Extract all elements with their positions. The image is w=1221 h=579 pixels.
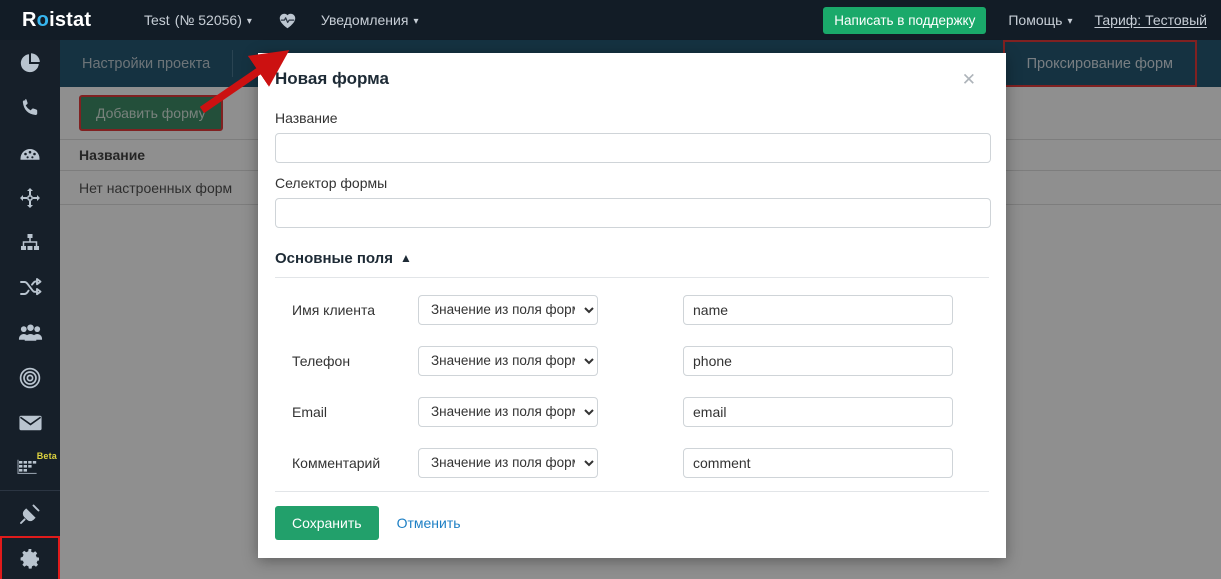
chevron-down-icon: ▾ bbox=[1067, 15, 1073, 27]
form-selector-input[interactable] bbox=[275, 198, 991, 228]
sidebar-item-mail[interactable] bbox=[0, 400, 60, 445]
pie-chart-icon bbox=[18, 51, 42, 75]
help-menu[interactable]: Помощь ▾ bbox=[1008, 12, 1072, 28]
sitemap-icon bbox=[18, 231, 42, 255]
envelope-icon bbox=[18, 413, 43, 433]
save-button[interactable]: Сохранить bbox=[275, 506, 379, 540]
form-name-input[interactable] bbox=[275, 133, 991, 163]
left-sidebar: Beta bbox=[0, 40, 60, 579]
contact-support-button[interactable]: Написать в поддержку bbox=[823, 6, 987, 34]
tariff-link[interactable]: Тариф: Тестовый bbox=[1094, 12, 1207, 28]
field-value-input-comment[interactable] bbox=[683, 447, 953, 478]
sidebar-item-funnel[interactable] bbox=[0, 220, 60, 265]
selector-label: Селектор формы bbox=[275, 175, 388, 191]
shuffle-icon bbox=[18, 276, 42, 300]
field-row-email: Email Значение из поля формы bbox=[275, 386, 989, 437]
field-value-input-phone[interactable] bbox=[683, 345, 953, 376]
project-selector[interactable]: Test (№ 52056) ▾ bbox=[144, 12, 252, 28]
field-label-comment: Комментарий bbox=[292, 454, 381, 471]
gauge-icon bbox=[18, 141, 42, 165]
logo-part-1: R bbox=[22, 8, 37, 31]
sidebar-item-integrations[interactable] bbox=[0, 491, 60, 536]
app-root: Roistat Test (№ 52056) ▾ Уведомления ▾ Н… bbox=[0, 0, 1221, 579]
sidebar-item-calls[interactable] bbox=[0, 85, 60, 130]
plug-icon bbox=[18, 502, 42, 526]
project-name: Test bbox=[144, 12, 170, 28]
notifications-label: Уведомления bbox=[320, 12, 409, 28]
modal-footer: Сохранить Отменить bbox=[275, 491, 989, 558]
sidebar-item-multichannel[interactable] bbox=[0, 175, 60, 220]
arrows-move-icon bbox=[18, 186, 42, 210]
chevron-up-icon: ▲ bbox=[399, 250, 412, 265]
field-label-phone: Телефон bbox=[292, 352, 351, 369]
sidebar-item-dashboard[interactable] bbox=[0, 130, 60, 175]
chevron-down-icon: ▾ bbox=[246, 15, 252, 27]
cancel-button[interactable]: Отменить bbox=[397, 515, 461, 531]
top-bar-right: Написать в поддержку Помощь ▾ Тариф: Тес… bbox=[823, 6, 1221, 34]
help-label: Помощь bbox=[1008, 12, 1063, 28]
logo-dot: o bbox=[36, 8, 50, 31]
sidebar-item-targets[interactable] bbox=[0, 355, 60, 400]
field-row-comment: Комментарий Значение из поля формы bbox=[275, 437, 989, 488]
new-form-modal: Новая форма ✕ Название Селектор формы Ос… bbox=[258, 53, 1006, 558]
heartbeat-icon[interactable] bbox=[278, 12, 297, 29]
basic-fields-table: Имя клиента Значение из поля формы Телеф… bbox=[275, 277, 989, 488]
field-source-select-phone[interactable]: Значение из поля формы bbox=[418, 345, 598, 376]
field-label-email: Email bbox=[292, 403, 328, 420]
gear-icon bbox=[18, 547, 42, 571]
users-icon bbox=[18, 322, 43, 344]
beta-badge: Beta bbox=[36, 451, 57, 461]
name-label: Название bbox=[275, 110, 338, 126]
sidebar-item-leads[interactable] bbox=[0, 310, 60, 355]
modal-body: Название Селектор формы Основные поля ▲ … bbox=[258, 98, 1006, 491]
sidebar-item-analytics[interactable] bbox=[0, 40, 60, 85]
sidebar-item-distribution[interactable] bbox=[0, 265, 60, 310]
roistat-logo[interactable]: Roistat bbox=[0, 9, 120, 32]
sidebar-item-tables[interactable]: Beta bbox=[0, 445, 60, 490]
close-icon[interactable]: ✕ bbox=[958, 69, 980, 90]
sidebar-item-settings[interactable] bbox=[0, 536, 60, 579]
field-row-phone: Телефон Значение из поля формы bbox=[275, 335, 989, 386]
project-number: (№ 52056) bbox=[174, 12, 242, 28]
basic-fields-section-toggle[interactable]: Основные поля ▲ bbox=[275, 250, 989, 267]
field-source-select-email[interactable]: Значение из поля формы bbox=[418, 396, 598, 427]
modal-title: Новая форма bbox=[275, 69, 389, 88]
phone-icon bbox=[19, 96, 42, 119]
field-label-client-name: Имя клиента bbox=[292, 301, 375, 318]
chevron-down-icon: ▾ bbox=[413, 15, 419, 27]
notifications-menu[interactable]: Уведомления ▾ bbox=[321, 12, 419, 28]
field-value-input-email[interactable] bbox=[683, 396, 953, 427]
section-title-label: Основные поля bbox=[275, 250, 393, 267]
field-source-select-client-name[interactable]: Значение из поля формы bbox=[418, 294, 598, 325]
field-value-input-client-name[interactable] bbox=[683, 294, 953, 325]
field-row-client-name: Имя клиента Значение из поля формы bbox=[275, 284, 989, 335]
field-source-select-comment[interactable]: Значение из поля формы bbox=[418, 447, 598, 478]
modal-header: Новая форма ✕ bbox=[258, 53, 1006, 98]
top-bar: Roistat Test (№ 52056) ▾ Уведомления ▾ Н… bbox=[0, 0, 1221, 40]
logo-part-2: istat bbox=[49, 8, 92, 31]
target-icon bbox=[18, 366, 42, 390]
